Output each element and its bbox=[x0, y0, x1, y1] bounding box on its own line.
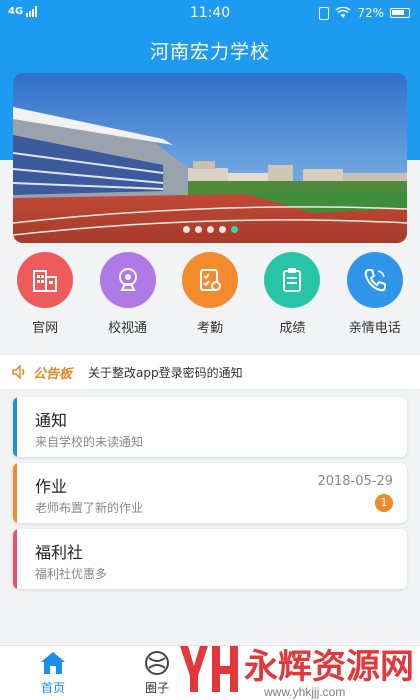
watermark-brand: 永辉资源网 bbox=[244, 648, 414, 686]
card-date: 2018-05-29 bbox=[317, 474, 393, 489]
feature-grades[interactable]: 成绩 bbox=[254, 252, 330, 347]
status-bar: 4G 11:40 72% bbox=[0, 0, 420, 28]
unread-badge: 1 bbox=[375, 494, 393, 512]
carousel-dot[interactable] bbox=[182, 226, 190, 233]
banner-image bbox=[13, 73, 407, 243]
watermark-url: www.yhkjjj.com bbox=[263, 685, 345, 699]
carousel-dot[interactable] bbox=[194, 226, 202, 233]
carousel-indicator[interactable] bbox=[13, 226, 407, 233]
feature-family-phone[interactable]: 亲情电话 bbox=[337, 252, 413, 347]
card-subtitle: 来自学校的未读通知 bbox=[35, 435, 144, 449]
notice-board[interactable]: 公告板 关于整改app登录密码的通知 bbox=[0, 354, 420, 390]
carousel-dot[interactable] bbox=[206, 226, 214, 233]
feature-label: 考勤 bbox=[196, 321, 223, 336]
clipboard-icon bbox=[264, 252, 321, 308]
camera-icon bbox=[99, 252, 156, 308]
feature-label: 成绩 bbox=[279, 321, 306, 336]
tab-label: 圈子 bbox=[144, 681, 169, 695]
carousel-dot[interactable] bbox=[218, 226, 226, 233]
tab-home[interactable]: 首页 bbox=[13, 650, 93, 696]
carousel-dot-active[interactable] bbox=[230, 226, 238, 233]
card-welfare[interactable]: 福利社 福利社优惠多 bbox=[13, 529, 407, 589]
feature-label: 校视通 bbox=[108, 321, 148, 336]
notice-tag-label: 公告板 bbox=[33, 366, 73, 382]
feature-grid: 官网 校视通 考勤 成绩 亲情电话 bbox=[0, 252, 420, 347]
feature-attendance[interactable]: 考勤 bbox=[172, 252, 248, 347]
battery-percent: 72% bbox=[357, 6, 384, 20]
speaker-icon bbox=[12, 365, 25, 379]
card-homework[interactable]: 作业 老师布置了新的作业 2018-05-29 1 bbox=[13, 463, 407, 523]
home-icon bbox=[41, 652, 65, 674]
watermark-logo: 永辉资源网 www.yhkjjj.com bbox=[180, 646, 414, 699]
feature-label: 官网 bbox=[32, 321, 59, 336]
card-notification[interactable]: 通知 来自学校的未读通知 bbox=[13, 397, 407, 457]
card-subtitle: 福利社优惠多 bbox=[35, 567, 108, 581]
notice-tag: 公告板 bbox=[12, 363, 72, 382]
card-subtitle: 老师布置了新的作业 bbox=[35, 501, 144, 515]
card-title: 福利社 bbox=[35, 543, 84, 562]
feature-label: 亲情电话 bbox=[348, 321, 401, 336]
status-right: 72% bbox=[319, 6, 410, 20]
wifi-icon bbox=[335, 7, 351, 18]
feature-official-site[interactable]: 官网 bbox=[7, 252, 83, 347]
building-icon bbox=[17, 252, 74, 308]
phone-icon bbox=[346, 252, 403, 308]
vibrate-icon bbox=[319, 6, 330, 20]
card-title: 作业 bbox=[35, 477, 68, 496]
card-accent bbox=[13, 397, 17, 457]
notice-text[interactable]: 关于整改app登录密码的通知 bbox=[88, 364, 243, 381]
card-title: 通知 bbox=[35, 411, 68, 430]
feature-campus-video[interactable]: 校视通 bbox=[90, 252, 166, 347]
tab-label: 首页 bbox=[40, 681, 65, 695]
circle-icon bbox=[145, 651, 169, 675]
card-accent bbox=[13, 529, 17, 589]
banner-carousel[interactable] bbox=[13, 73, 407, 243]
page-title: 河南宏力学校 bbox=[149, 41, 270, 63]
attendance-icon bbox=[181, 252, 238, 308]
battery-icon bbox=[390, 8, 410, 18]
card-accent bbox=[13, 463, 17, 523]
